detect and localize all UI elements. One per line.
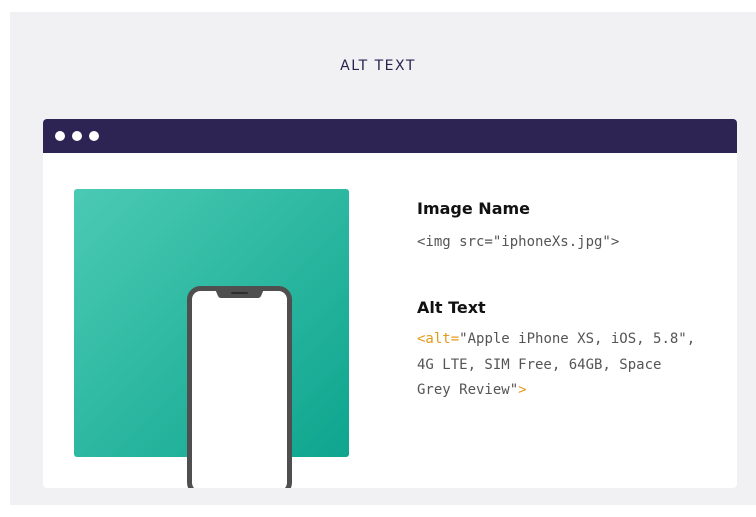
image-preview: [74, 189, 349, 488]
window-titlebar: [43, 119, 737, 153]
alt-text-code: <alt="Apple iPhone XS, iOS, 5.8", 4G LTE…: [417, 327, 695, 404]
browser-window: Image Name <img src="iphoneXs.jpg"> Alt …: [43, 119, 737, 488]
alt-line-3: Grey Review": [417, 382, 519, 398]
alt-close-tag: >: [518, 382, 527, 398]
window-dot-icon[interactable]: [72, 131, 82, 141]
smartphone-icon: [187, 286, 292, 488]
alt-open-tag: <alt=: [417, 331, 460, 347]
page-heading: ALT TEXT: [340, 58, 416, 74]
alt-line-2: 4G LTE, SIM Free, 64GB, Space: [417, 356, 662, 373]
window-dot-icon[interactable]: [55, 131, 65, 141]
image-name-code: <img src="iphoneXs.jpg">: [417, 234, 620, 250]
phone-frame: [187, 286, 292, 488]
phone-speaker: [231, 292, 248, 294]
alt-line-1: "Apple iPhone XS, iOS, 5.8",: [459, 331, 696, 347]
image-name-title: Image Name: [417, 199, 531, 218]
alt-text-title: Alt Text: [417, 298, 486, 317]
window-dot-icon[interactable]: [89, 131, 99, 141]
